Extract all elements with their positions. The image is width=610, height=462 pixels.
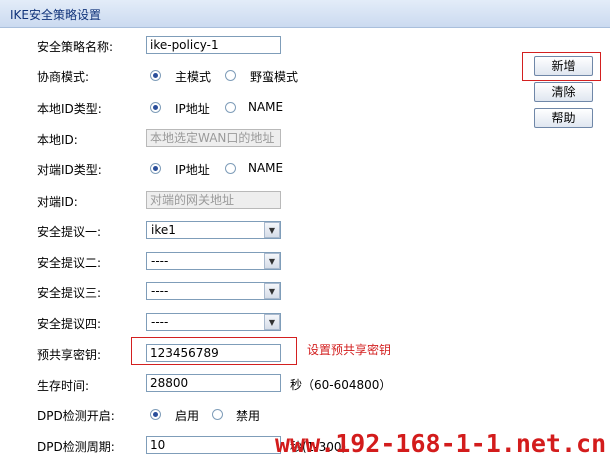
mode-main-radio[interactable] [150, 70, 161, 81]
local-id-name-label: NAME [248, 100, 284, 114]
chevron-down-icon[interactable]: ▼ [264, 222, 280, 238]
proposal2-label: 安全提议二: [37, 256, 102, 270]
remote-id-label: 对端ID: [37, 195, 78, 209]
mode-aggressive-label: 野蛮模式 [250, 70, 299, 84]
mode-label: 协商模式: [37, 70, 90, 84]
proposal3-select[interactable]: ---- ▼ [146, 282, 281, 300]
psk-input[interactable]: 123456789 [146, 344, 281, 362]
remote-id-name-label: NAME [248, 161, 284, 175]
mode-aggressive-radio[interactable] [225, 70, 236, 81]
proposal2-value: ---- [151, 254, 169, 268]
chevron-down-icon[interactable]: ▼ [264, 283, 280, 299]
lifetime-label: 生存时间: [37, 379, 90, 393]
add-button[interactable]: 新增 [534, 56, 593, 76]
proposal1-value: ike1 [151, 223, 176, 237]
remote-id-ip-label: IP地址 [175, 163, 210, 177]
local-id-ip-label: IP地址 [175, 102, 210, 116]
proposal3-value: ---- [151, 284, 169, 298]
policy-name-label: 安全策略名称: [37, 40, 114, 54]
watermark: www.192-168-1-1.net.cn [275, 429, 607, 458]
proposal4-value: ---- [151, 315, 169, 329]
proposal2-select[interactable]: ---- ▼ [146, 252, 281, 270]
dpd-period-input[interactable]: 10 [146, 436, 281, 454]
lifetime-unit: 秒（60-604800） [290, 378, 392, 392]
lifetime-input[interactable]: 28800 [146, 374, 281, 392]
remote-id-input: 对端的网关地址 [146, 191, 281, 209]
psk-label: 预共享密钥: [37, 348, 102, 362]
chevron-down-icon[interactable]: ▼ [264, 253, 280, 269]
proposal1-select[interactable]: ike1 ▼ [146, 221, 281, 239]
dpd-enable-on-label: 启用 [175, 409, 200, 423]
dpd-enable-off-label: 禁用 [236, 409, 261, 423]
local-id-name-radio[interactable] [225, 102, 236, 113]
dpd-period-label: DPD检测周期: [37, 440, 115, 454]
dpd-enable-off-radio[interactable] [212, 409, 223, 420]
local-id-ip-radio[interactable] [150, 102, 161, 113]
policy-name-input[interactable]: ike-policy-1 [146, 36, 281, 54]
proposal3-label: 安全提议三: [37, 286, 102, 300]
page-header: IKE安全策略设置 [0, 0, 610, 28]
proposal4-select[interactable]: ---- ▼ [146, 313, 281, 331]
dpd-enable-label: DPD检测开启: [37, 409, 115, 423]
local-id-type-label: 本地ID类型: [37, 102, 102, 116]
remote-id-type-label: 对端ID类型: [37, 163, 102, 177]
remote-id-name-radio[interactable] [225, 163, 236, 174]
chevron-down-icon[interactable]: ▼ [264, 314, 280, 330]
remote-id-ip-radio[interactable] [150, 163, 161, 174]
proposal4-label: 安全提议四: [37, 317, 102, 331]
local-id-label: 本地ID: [37, 133, 78, 147]
proposal1-label: 安全提议一: [37, 225, 102, 239]
dpd-enable-on-radio[interactable] [150, 409, 161, 420]
local-id-input: 本地选定WAN口的地址 [146, 129, 281, 147]
help-button[interactable]: 帮助 [534, 108, 593, 128]
psk-hint: 设置预共享密钥 [307, 343, 392, 357]
page-title: IKE安全策略设置 [10, 8, 101, 22]
mode-main-label: 主模式 [175, 70, 212, 84]
clear-button[interactable]: 清除 [534, 82, 593, 102]
